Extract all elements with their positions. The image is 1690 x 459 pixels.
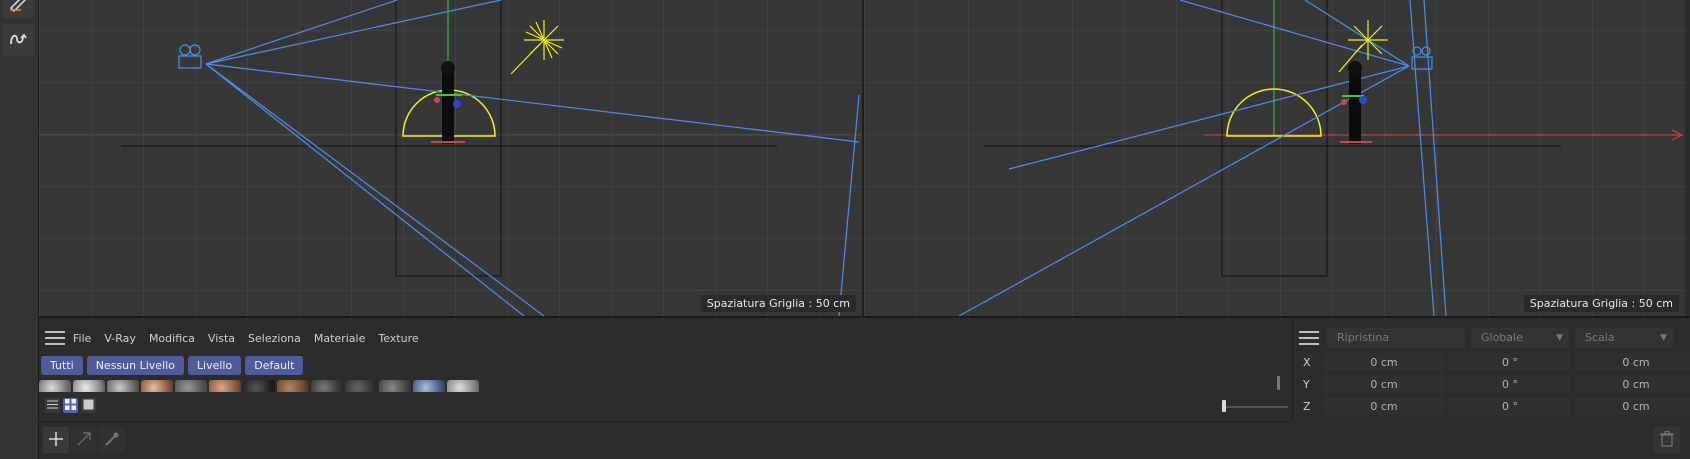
thumbnail-scrollbar[interactable] <box>1277 376 1280 390</box>
add-icon <box>49 431 63 449</box>
spline-tool-button[interactable] <box>2 24 34 56</box>
material-thumb[interactable] <box>243 380 275 392</box>
menu-modifica[interactable]: Modifica <box>149 332 195 345</box>
mode-select-value: Scala <box>1585 331 1615 344</box>
list-view-button[interactable] <box>45 398 60 413</box>
rotation-x-field[interactable]: 0 ° <box>1449 353 1571 371</box>
coordinates-toolbar: Ripristina Trasformazione Globale ▼ Scala… <box>1293 326 1679 364</box>
filter-default[interactable]: Default <box>245 356 304 375</box>
filter-tutti[interactable]: Tutti <box>41 356 83 375</box>
eyedropper-icon <box>105 432 119 449</box>
hamburger-menu-icon[interactable] <box>1299 331 1319 345</box>
light-icon <box>1338 20 1388 73</box>
scale-x-field[interactable]: 0 cm <box>1575 353 1690 371</box>
large-view-button[interactable] <box>81 398 96 413</box>
list-view-icon <box>47 399 58 413</box>
layer-filter-bar: Tutti Nessun Livello Livello Default <box>41 356 304 375</box>
delete-button[interactable] <box>1654 427 1680 453</box>
menu-materiale[interactable]: Materiale <box>314 332 365 345</box>
viewport-left[interactable]: Spaziatura Griglia : 50 cm <box>39 0 862 316</box>
grid-view-icon <box>65 398 76 413</box>
material-thumbnails <box>39 380 479 392</box>
left-toolbar <box>0 0 39 459</box>
grid-view-button[interactable] <box>63 398 78 413</box>
viewport-right[interactable]: Spaziatura Griglia : 50 cm <box>864 0 1685 316</box>
viewport-right-scene <box>958 0 1684 316</box>
material-thumb[interactable] <box>141 380 173 392</box>
material-thumb[interactable] <box>175 380 207 392</box>
space-select[interactable]: Globale ▼ <box>1471 328 1569 348</box>
material-thumb[interactable] <box>413 380 445 392</box>
space-select-value: Globale <box>1481 331 1523 344</box>
light-icon <box>510 20 564 75</box>
chevron-down-icon: ▼ <box>1556 333 1563 343</box>
reset-transform-button[interactable]: Ripristina Trasformazione <box>1327 328 1465 364</box>
scale-z-field[interactable]: 0 cm <box>1575 397 1690 415</box>
material-thumb[interactable] <box>107 380 139 392</box>
position-z-field[interactable]: 0 cm <box>1323 397 1445 415</box>
character-figure <box>431 61 465 144</box>
coordinate-row-x: X 0 cm 0 ° 0 cm <box>1293 352 1690 372</box>
grid-spacing-label: Spaziatura Griglia : 50 cm <box>1523 295 1679 312</box>
character-figure <box>1340 61 1372 144</box>
menu-seleziona[interactable]: Seleziona <box>248 332 301 345</box>
bottom-panel: File V-Ray Modifica Vista Seleziona Mate… <box>39 318 1690 459</box>
add-button[interactable] <box>43 427 69 453</box>
arrow-icon <box>77 431 91 449</box>
large-view-icon <box>83 399 94 413</box>
hamburger-menu-icon[interactable] <box>45 331 65 345</box>
axis-label: X <box>1303 355 1311 369</box>
scale-y-field[interactable]: 0 cm <box>1575 375 1690 393</box>
trash-icon <box>1660 430 1674 450</box>
rotation-y-field[interactable]: 0 ° <box>1449 375 1571 393</box>
action-buttons <box>43 427 125 453</box>
rotation-z-field[interactable]: 0 ° <box>1449 397 1571 415</box>
coordinate-row-z: Z 0 cm 0 ° 0 cm <box>1293 396 1690 416</box>
divider <box>39 421 1289 422</box>
view-mode-buttons <box>45 398 96 413</box>
material-thumb[interactable] <box>277 380 309 392</box>
position-x-field[interactable]: 0 cm <box>1323 353 1445 371</box>
slider-handle[interactable] <box>1222 400 1226 412</box>
menu-vray[interactable]: V-Ray <box>104 332 136 345</box>
filter-nessun-livello[interactable]: Nessun Livello <box>86 356 184 375</box>
coordinate-row-y: Y 0 cm 0 ° 0 cm <box>1293 374 1690 394</box>
viewport-left-scene <box>39 0 862 316</box>
chevron-down-icon: ▼ <box>1660 333 1667 343</box>
menu-vista[interactable]: Vista <box>208 332 235 345</box>
pen-tool-icon <box>7 0 29 15</box>
material-thumb[interactable] <box>311 380 343 392</box>
material-thumb[interactable] <box>345 380 377 392</box>
material-thumb[interactable] <box>73 380 105 392</box>
menu-file[interactable]: File <box>73 332 91 345</box>
spline-icon <box>7 28 29 53</box>
eyedropper-button[interactable] <box>99 427 125 453</box>
axis-label: Y <box>1303 377 1310 391</box>
thumbnail-size-slider[interactable] <box>1226 406 1288 408</box>
filter-livello[interactable]: Livello <box>187 356 242 375</box>
material-thumb[interactable] <box>39 380 71 392</box>
material-manager-menubar: File V-Ray Modifica Vista Seleziona Mate… <box>39 326 1289 350</box>
mode-select[interactable]: Scala ▼ <box>1575 328 1673 348</box>
arrow-button[interactable] <box>71 427 97 453</box>
material-thumb[interactable] <box>209 380 241 392</box>
menu-texture[interactable]: Texture <box>378 332 418 345</box>
position-y-field[interactable]: 0 cm <box>1323 375 1445 393</box>
material-thumb[interactable] <box>379 380 411 392</box>
coordinates-panel: Ripristina Trasformazione Globale ▼ Scala… <box>1292 318 1690 421</box>
grid-spacing-label: Spaziatura Griglia : 50 cm <box>700 295 856 312</box>
axis-label: Z <box>1303 399 1311 413</box>
pen-tool-button[interactable] <box>2 0 34 18</box>
material-thumb[interactable] <box>447 380 479 392</box>
